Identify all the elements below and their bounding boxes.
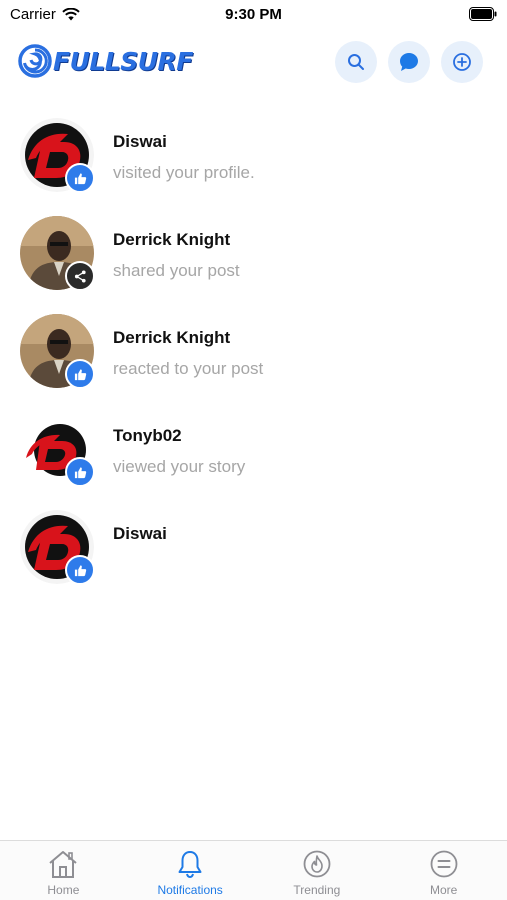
notification-item[interactable]: Derrick Knight shared your post <box>0 208 507 306</box>
like-badge <box>65 555 95 585</box>
status-bar: Carrier 9:30 PM <box>0 0 507 30</box>
like-badge <box>65 359 95 389</box>
notification-name: Diswai <box>113 132 167 151</box>
thumbs-up-icon <box>74 466 86 478</box>
home-icon <box>46 848 80 880</box>
share-badge <box>65 261 95 291</box>
app-logo[interactable]: FULLSURF <box>18 44 193 78</box>
plus-circle-icon <box>453 53 471 71</box>
notification-item[interactable]: Diswai visited your profile. <box>0 110 507 208</box>
notification-name: Diswai <box>113 524 167 543</box>
thumbs-up-icon <box>74 564 86 576</box>
search-icon <box>348 54 364 70</box>
avatar[interactable] <box>20 510 95 585</box>
chat-bubble-icon <box>400 53 418 71</box>
tab-notifications[interactable]: Notifications <box>127 841 254 900</box>
notification-text: viewed your story <box>113 457 246 476</box>
menu-icon <box>429 848 459 880</box>
status-time: 9:30 PM <box>225 6 282 23</box>
bell-icon <box>175 848 205 880</box>
messages-button[interactable] <box>388 41 430 83</box>
avatar[interactable] <box>20 314 95 389</box>
tab-more[interactable]: More <box>380 841 507 900</box>
like-badge <box>65 163 95 193</box>
notification-name: Derrick Knight <box>113 328 231 347</box>
notification-name: Tonyb02 <box>113 426 182 445</box>
flame-icon <box>302 848 332 880</box>
thumbs-up-icon <box>74 368 86 380</box>
logo-text: FULLSURF <box>53 46 193 76</box>
tab-bar: Home Notifications Trending More <box>0 840 507 900</box>
notification-item[interactable]: Derrick Knight reacted to your post <box>0 306 507 404</box>
notification-name: Derrick Knight <box>113 230 231 249</box>
tab-label: Notifications <box>157 883 223 897</box>
share-icon <box>74 269 86 283</box>
tab-home[interactable]: Home <box>0 841 127 900</box>
app-header: FULLSURF <box>0 36 507 90</box>
notification-text: shared your post <box>113 261 240 280</box>
tab-label: Home <box>47 883 80 897</box>
notification-list: Diswai visited your profile. Derrick Kni… <box>0 110 507 600</box>
avatar[interactable] <box>20 216 95 291</box>
tab-label: Trending <box>293 883 341 897</box>
avatar[interactable] <box>20 118 95 193</box>
like-badge <box>65 457 95 487</box>
create-button[interactable] <box>441 41 483 83</box>
notification-item[interactable]: Diswai <box>0 502 507 600</box>
notification-item[interactable]: Tonyb02 viewed your story <box>0 404 507 502</box>
tab-label: More <box>429 883 458 897</box>
battery-icon <box>469 7 497 26</box>
avatar[interactable] <box>20 412 95 487</box>
tab-trending[interactable]: Trending <box>254 841 381 900</box>
search-button[interactable] <box>335 41 377 83</box>
thumbs-up-icon <box>74 172 86 184</box>
notification-text: reacted to your post <box>113 359 264 378</box>
notification-text: visited your profile. <box>113 163 255 182</box>
fullsurf-logo-icon <box>18 44 52 78</box>
